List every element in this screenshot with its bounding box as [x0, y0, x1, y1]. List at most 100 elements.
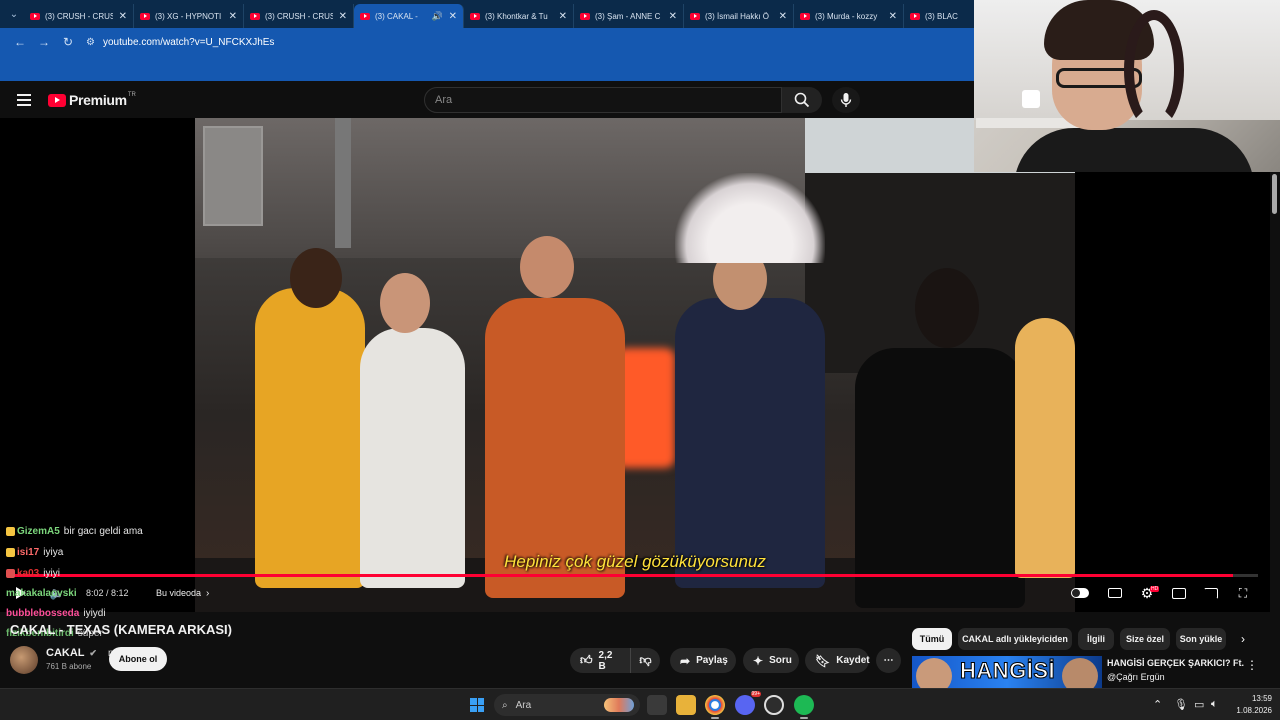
- video-player[interactable]: Hepiniz çok güzel gözüküyorsunuz 🔈 8:02 …: [0, 118, 1270, 612]
- browser-tab-active[interactable]: (3) CAKAL - TE 🔊 ✕: [354, 4, 464, 28]
- clock-time: 13:59: [1251, 694, 1272, 703]
- fullscreen-icon: ⛶: [1238, 585, 1248, 600]
- search-button[interactable]: [782, 87, 822, 113]
- browser-tab[interactable]: (3) XG - HYPNOTI ✕: [134, 4, 244, 28]
- chevron-right-icon: ›: [206, 587, 210, 599]
- tab-list-chevron-icon[interactable]: ⌄: [4, 0, 24, 28]
- close-tab-icon[interactable]: ✕: [559, 11, 567, 22]
- youtube-favicon-icon: [140, 12, 150, 20]
- browser-tab[interactable]: (3) BLACKPI: [904, 4, 964, 28]
- file-explorer-icon[interactable]: [676, 695, 696, 715]
- chip-for-you[interactable]: Size özel: [1120, 628, 1170, 650]
- close-tab-icon[interactable]: ✕: [119, 11, 127, 22]
- scrollbar-thumb[interactable]: [1272, 174, 1277, 214]
- browser-tab[interactable]: (3) CRUSH - CRUS ✕: [24, 4, 134, 28]
- chapter-label: Bu videoda: [156, 588, 202, 598]
- subscribe-button[interactable]: Abone ol: [109, 647, 167, 671]
- back-arrow-icon[interactable]: ←: [8, 30, 32, 54]
- close-tab-icon[interactable]: ✕: [779, 11, 787, 22]
- chat-message: ka03 iyiyi: [6, 564, 60, 582]
- system-clock[interactable]: 13:59 1.08.2026: [1232, 693, 1272, 717]
- chip-all[interactable]: Tümü: [912, 628, 952, 650]
- browser-tab[interactable]: (3) Murda - kozzy ✕: [794, 4, 904, 28]
- voice-search-button[interactable]: [832, 87, 860, 113]
- menu-icon[interactable]: [17, 94, 31, 106]
- search-input[interactable]: Ara: [424, 87, 782, 113]
- close-tab-icon[interactable]: ✕: [889, 11, 897, 22]
- autoplay-toggle[interactable]: [1070, 584, 1090, 602]
- clock-date: 1.08.2026: [1236, 706, 1272, 715]
- network-icon[interactable]: ▭: [1194, 698, 1204, 711]
- chat-text: iyiyi: [43, 567, 60, 579]
- taskbar-search[interactable]: ⌕ Ara: [494, 694, 640, 716]
- youtube-premium-logo[interactable]: Premium TR: [48, 92, 136, 108]
- chip-label: CAKAL adlı yükleyiciden: [962, 634, 1068, 644]
- chrome-icon[interactable]: [705, 695, 725, 715]
- page-scrollbar[interactable]: [1270, 172, 1280, 688]
- chat-username: ka03: [17, 567, 40, 579]
- browser-tab[interactable]: (3) Khontkar & Tu ✕: [464, 4, 574, 28]
- recommended-video-channel[interactable]: @Çağrı Ergün: [1107, 672, 1165, 682]
- taskbar-search-label: Ara: [515, 699, 532, 711]
- subtitle-caption: Hepiniz çok güzel gözüküyorsunuz: [504, 552, 766, 571]
- chat-text: bir gacı geldi ama: [63, 525, 143, 537]
- close-tab-icon[interactable]: ✕: [449, 11, 457, 22]
- thumbnail-text: HANGİSİ: [959, 658, 1056, 684]
- recommended-video-title[interactable]: HANGİSİ GERÇEK ŞARKICI? Ft.: [1107, 658, 1247, 668]
- chip-related[interactable]: İlgili: [1078, 628, 1114, 650]
- youtube-favicon-icon: [910, 12, 920, 20]
- forward-arrow-icon[interactable]: →: [32, 30, 56, 54]
- close-tab-icon[interactable]: ✕: [339, 11, 347, 22]
- more-vertical-icon[interactable]: ⋮: [1246, 658, 1258, 672]
- discord-icon[interactable]: 99+: [735, 691, 761, 715]
- close-tab-icon[interactable]: ✕: [229, 11, 237, 22]
- ask-button[interactable]: ✦ Soru: [743, 648, 799, 673]
- chat-text: iyiydi: [83, 607, 106, 619]
- sparkle-icon: ✦: [753, 653, 764, 668]
- audio-playing-icon[interactable]: 🔊: [432, 11, 443, 22]
- chip-recent[interactable]: Son yükle: [1176, 628, 1226, 650]
- more-actions-button[interactable]: ⋯: [876, 648, 901, 673]
- search-icon: [794, 92, 810, 108]
- spotify-icon[interactable]: [794, 695, 814, 715]
- subtitles-button[interactable]: [1105, 584, 1125, 602]
- microphone-tray-icon[interactable]: 🎙︎: [1174, 698, 1188, 711]
- save-button[interactable]: 🔖︎ Kaydet: [805, 648, 870, 673]
- chip-from-uploader[interactable]: CAKAL adlı yükleyiciden: [958, 628, 1072, 650]
- recommended-video-thumbnail[interactable]: HANGİSİ: [912, 656, 1102, 688]
- reload-icon[interactable]: ↻: [56, 30, 80, 54]
- url-field[interactable]: ⚙ youtube.com/watch?v=U_NFCKXJhEs: [86, 31, 974, 53]
- dislike-button[interactable]: 👎︎: [630, 648, 660, 673]
- chat-badge-icon: [6, 547, 15, 557]
- browser-tab[interactable]: (3) Şam - ANNE C ✕: [574, 4, 684, 28]
- running-indicator: [711, 717, 719, 719]
- progress-bar[interactable]: [12, 574, 1258, 577]
- browser-tab[interactable]: (3) İsmail Hakkı Ö ✕: [684, 4, 794, 28]
- share-button[interactable]: ➦ Paylaş: [670, 648, 736, 673]
- speaker-icon[interactable]: 🔈︎: [1211, 698, 1218, 711]
- chevron-right-icon[interactable]: ›: [1234, 630, 1252, 648]
- site-info-icon[interactable]: ⚙: [86, 37, 95, 48]
- search-icon: ⌕: [502, 699, 508, 711]
- chapter-button[interactable]: Bu videoda ›: [156, 584, 209, 602]
- verified-icon: ✔: [89, 648, 97, 658]
- like-button[interactable]: 👍︎ 2,2 B: [570, 648, 630, 673]
- windows-taskbar: ⌕ Ara 99+ ⌃ 🎙︎ ▭ 🔈︎ 13:59 1.08.2026: [0, 688, 1280, 720]
- close-tab-icon[interactable]: ✕: [669, 11, 677, 22]
- hd-badge: HD: [1150, 586, 1160, 592]
- task-view-icon[interactable]: [647, 695, 667, 715]
- windows-start-icon[interactable]: [470, 698, 484, 712]
- chat-message: isi17 iyiya: [6, 543, 63, 561]
- youtube-favicon-icon: [800, 12, 810, 20]
- time-display: 8:02 / 8:12: [86, 588, 129, 598]
- chat-message: makakalaovski: [6, 584, 81, 602]
- running-indicator: [800, 717, 808, 719]
- fullscreen-button[interactable]: ⛶: [1233, 584, 1253, 602]
- app-icon[interactable]: [764, 695, 784, 715]
- browser-tab[interactable]: (3) CRUSH - CRUS ✕: [244, 4, 354, 28]
- cast-button[interactable]: [1201, 584, 1221, 602]
- channel-avatar[interactable]: [10, 646, 38, 674]
- miniplayer-button[interactable]: [1169, 584, 1189, 602]
- chevron-up-icon[interactable]: ⌃: [1153, 698, 1162, 711]
- toggle-icon: [1071, 588, 1089, 598]
